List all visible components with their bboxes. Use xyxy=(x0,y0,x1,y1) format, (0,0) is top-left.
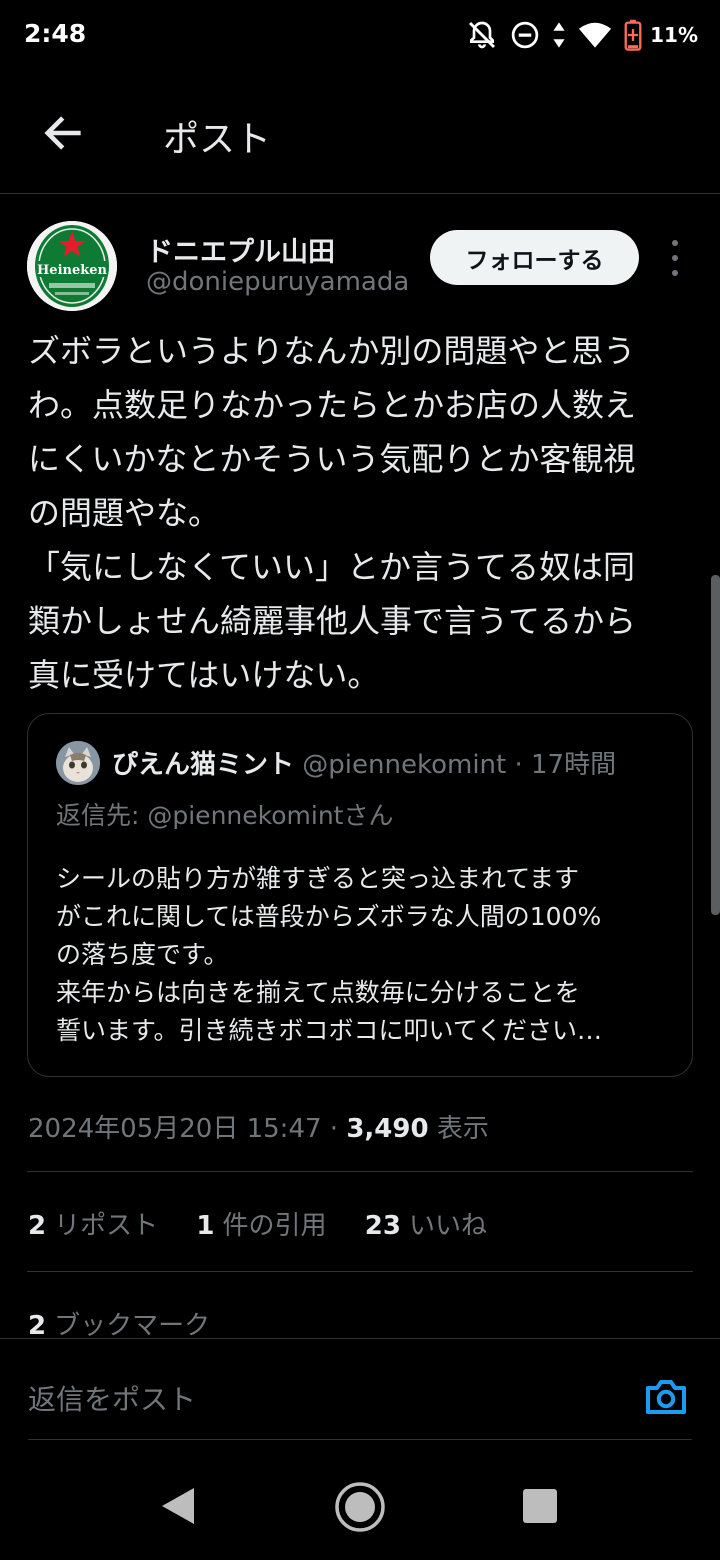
top-app-bar: ポスト xyxy=(0,70,720,194)
author-avatar[interactable]: Heineken xyxy=(27,221,117,311)
reposts-stat[interactable]: 2 リポスト xyxy=(28,1211,158,1241)
likes-label: いいね xyxy=(408,1211,487,1241)
scrollbar[interactable] xyxy=(711,575,720,915)
quoted-text-line: の落ち度です。 xyxy=(56,940,229,969)
quoted-post[interactable]: ぴえん猫ミント @piennekomint · 17時間 返信先: @pienn… xyxy=(27,713,693,1077)
status-icons: 11% xyxy=(466,16,698,54)
post-text-line: ズボラというよりなんか別の問題やと思う xyxy=(28,332,636,370)
more-dot-icon xyxy=(672,255,678,261)
page-title: ポスト xyxy=(163,119,272,160)
quoted-header: ぴえん猫ミント @piennekomint · 17時間 xyxy=(112,744,616,781)
nav-back-button[interactable] xyxy=(160,1486,196,1530)
quoted-author-avatar xyxy=(56,741,100,785)
nav-home-button[interactable] xyxy=(334,1481,386,1537)
quoted-author-name: ぴえん猫ミント xyxy=(112,750,295,780)
quotes-label: 件の引用 xyxy=(222,1211,327,1241)
quoted-text: シールの貼り方が雑すぎると突っ込まれてます がこれに関しては普段からズボラな人間… xyxy=(56,860,676,1050)
nav-home-icon xyxy=(335,1482,385,1532)
do-not-disturb-icon xyxy=(510,20,540,50)
more-dot-icon xyxy=(672,270,678,276)
notifications-off-icon xyxy=(466,19,498,51)
author-handle[interactable]: @doniepuruyamada xyxy=(146,267,409,297)
reposts-label: リポスト xyxy=(54,1211,159,1241)
status-bar: 2:48 11% xyxy=(0,0,720,70)
avatar-logo-text: Heineken xyxy=(37,263,107,278)
reposts-count: 2 xyxy=(28,1211,47,1241)
likes-stat[interactable]: 23 いいね xyxy=(365,1211,487,1241)
quoted-reply-to: 返信先: @piennekomintさん xyxy=(56,801,394,830)
wifi-icon xyxy=(578,21,612,49)
divider xyxy=(27,1171,693,1172)
post-meta: 2024年05月20日 15:47 · 3,490 表示 xyxy=(28,1108,489,1145)
more-options-button[interactable] xyxy=(664,240,686,276)
post-text-line: わ。点数足りなかったらとかお店の人数え xyxy=(28,386,637,424)
quoted-text-line: 来年からは向きを揃えて点数毎に分けることを xyxy=(56,978,580,1007)
quotes-count: 1 xyxy=(196,1211,215,1241)
reply-bar: 返信をポスト xyxy=(0,1338,720,1456)
follow-button[interactable]: フォローする xyxy=(430,230,639,285)
post-text-line: にくいかなとかそういう気配りとか客観視 xyxy=(28,440,636,478)
views-label: 表示 xyxy=(436,1114,489,1144)
quoted-separator: · xyxy=(514,750,523,780)
more-dot-icon xyxy=(672,240,678,246)
battery-low-icon xyxy=(624,19,642,51)
data-transfer-icon xyxy=(552,21,566,49)
back-button[interactable] xyxy=(40,110,86,156)
author-name[interactable]: ドニエプル山田 xyxy=(146,230,335,269)
quoted-author-handle: @piennekomint xyxy=(302,750,507,780)
likes-count: 23 xyxy=(364,1211,401,1241)
quotes-stat[interactable]: 1 件の引用 xyxy=(196,1211,326,1241)
cat-avatar-icon xyxy=(56,741,100,785)
divider xyxy=(27,1271,693,1272)
post-stats: 2 リポスト 1 件の引用 23 いいね xyxy=(28,1205,517,1242)
camera-button[interactable] xyxy=(642,1373,690,1421)
status-time: 2:48 xyxy=(24,19,87,48)
reply-input[interactable]: 返信をポスト xyxy=(28,1378,196,1418)
post-text-line: 「気にしなくていい」とか言うてる奴は同 xyxy=(28,548,636,586)
bookmarks-label: ブックマーク xyxy=(54,1311,211,1341)
beer-label-avatar: Heineken xyxy=(27,221,117,311)
post-date: 2024年05月20日 15:47 xyxy=(28,1114,322,1144)
post-text-line: 真に受けてはいけない。 xyxy=(28,656,380,694)
nav-back-icon xyxy=(162,1488,194,1524)
meta-separator: · xyxy=(329,1114,339,1144)
bookmarks-stat[interactable]: 2 ブックマーク xyxy=(28,1305,210,1342)
post-text: ズボラというよりなんか別の問題やと思う わ。点数足りなかったらとかお店の人数え … xyxy=(28,324,700,702)
nav-recents-button[interactable] xyxy=(523,1489,557,1523)
battery-percent: 11% xyxy=(650,23,698,47)
bookmarks-count: 2 xyxy=(28,1311,47,1341)
post-text-line: の問題やな。 xyxy=(28,494,221,532)
camera-icon xyxy=(646,1380,686,1414)
quoted-text-line: がこれに関しては普段からズボラな人間の100% xyxy=(56,902,602,931)
arrow-left-icon xyxy=(44,116,81,150)
quoted-time: 17時間 xyxy=(531,750,617,780)
system-nav-bar xyxy=(0,1456,720,1560)
post-text-line: 類かしょせん綺麗事他人事で言うてるから xyxy=(28,602,637,640)
quoted-text-line: シールの貼り方が雑すぎると突っ込まれてます xyxy=(56,864,580,893)
views-count: 3,490 xyxy=(346,1114,429,1144)
reply-underline xyxy=(28,1439,692,1440)
quoted-text-line: 誓います。引き続きボコボコに叩いてください… xyxy=(56,1016,603,1045)
